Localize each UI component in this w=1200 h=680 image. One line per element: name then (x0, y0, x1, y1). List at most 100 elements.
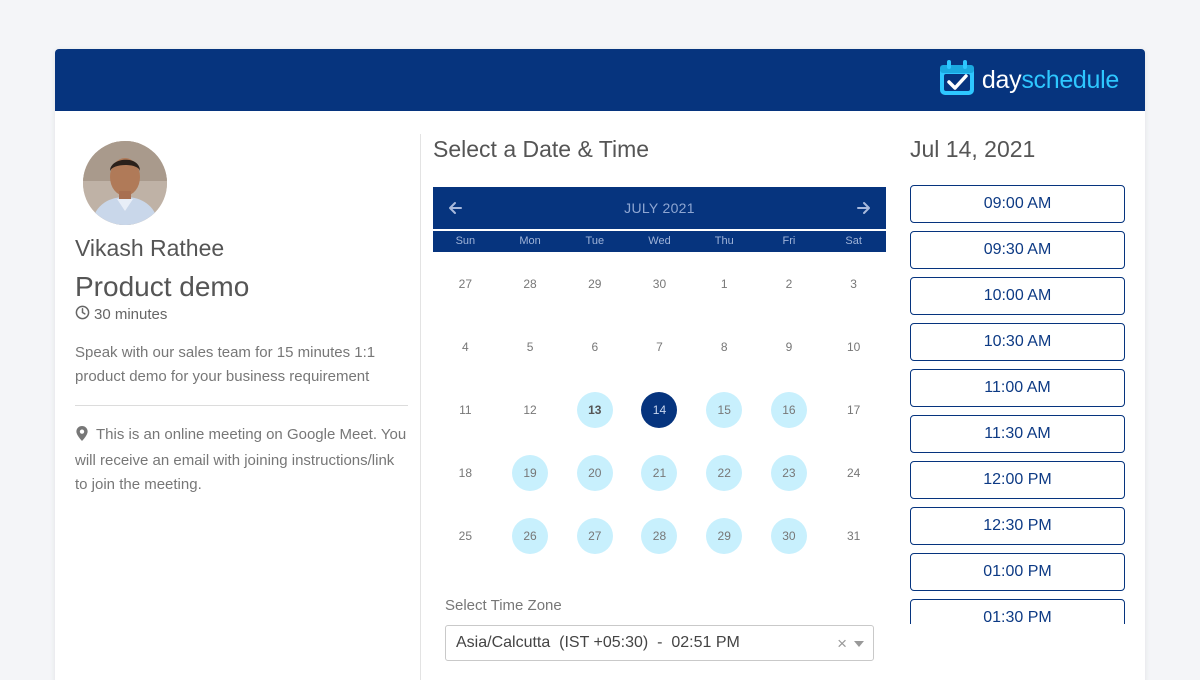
calendar-day: 31 (846, 528, 861, 543)
event-info-panel: Vikash Rathee Product demo 30 minutes Sp… (55, 111, 420, 680)
calendar-day-available[interactable]: 21 (641, 454, 678, 491)
calendar-day-available[interactable]: 19 (512, 454, 549, 491)
host-name: Vikash Rathee (75, 235, 225, 261)
calendar-cell: 16 (757, 378, 822, 441)
calendar-day-available[interactable]: 28 (641, 517, 678, 554)
clear-icon[interactable]: × (837, 634, 847, 654)
event-title: Product demo (75, 271, 250, 302)
calendar-cell: 30 (627, 252, 692, 315)
event-description: Speak with our sales team for 15 minutes… (75, 344, 376, 385)
calendar-cell: 7 (627, 315, 692, 378)
time-slot-button[interactable]: 01:30 PM (910, 599, 1125, 624)
brand-name: dayschedule (982, 66, 1119, 95)
event-duration: 30 minutes (75, 305, 167, 324)
calendar-day-available[interactable]: 27 (576, 517, 613, 554)
brand-name-part1: day (981, 65, 1022, 94)
time-slot-button[interactable]: 11:00 AM (910, 369, 1125, 407)
brand-logo[interactable]: dayschedule (938, 59, 1119, 102)
calendar-cell: 30 (757, 504, 822, 567)
calendar-cell: 12 (498, 378, 563, 441)
calendar-cell: 25 (433, 504, 498, 567)
calendar-cell: 23 (757, 441, 822, 504)
calendar-cell: 6 (562, 315, 627, 378)
time-slot-button[interactable]: 01:00 PM (910, 553, 1125, 591)
calendar-day: 3 (850, 276, 857, 291)
calendar-cell: 2 (757, 252, 822, 315)
calendar-cell: 27 (433, 252, 498, 315)
booking-card: dayschedule Vikash Rathee Product demo 3… (55, 49, 1145, 680)
time-slot-button[interactable]: 10:00 AM (910, 277, 1125, 315)
calendar-day-available[interactable]: 15 (706, 391, 743, 428)
arrow-right-icon[interactable] (852, 197, 874, 219)
calendar-header: JULY 2021 (433, 187, 886, 229)
time-slot-button[interactable]: 10:30 AM (910, 323, 1125, 361)
calendar-cell: 4 (433, 315, 498, 378)
calendar-cell: 20 (562, 441, 627, 504)
calendar-cell: 15 (692, 378, 757, 441)
calendar-cell: 29 (562, 252, 627, 315)
calendar-day-available[interactable]: 23 (770, 454, 807, 491)
calendar-cell: 9 (757, 315, 822, 378)
calendar-cell: 11 (433, 378, 498, 441)
map-pin-icon (76, 425, 88, 449)
calendar-day-available[interactable]: 13 (576, 391, 613, 428)
top-bar: dayschedule (55, 49, 1145, 111)
calendar-cell: 18 (433, 441, 498, 504)
calendar-day: 17 (846, 402, 861, 417)
calendar-day: 9 (785, 339, 793, 354)
calendar-day-available[interactable]: 20 (576, 454, 613, 491)
duration-text: 30 minutes (94, 306, 168, 323)
section-title: Select a Date & Time (433, 136, 650, 162)
calendar-day: 5 (526, 339, 534, 354)
calendar-cell: 17 (821, 378, 886, 441)
location-text: This is an online meeting on Google Meet… (75, 426, 407, 493)
time-slot-button[interactable]: 09:30 AM (910, 231, 1125, 269)
calendar-day-available[interactable]: 22 (706, 454, 743, 491)
calendar-cell: 29 (692, 504, 757, 567)
time-slot-button[interactable]: 12:30 PM (910, 507, 1125, 545)
calendar-day: 8 (720, 339, 728, 354)
column-divider (420, 134, 421, 680)
weekday-label: Fri (782, 235, 796, 247)
calendar-cell: 26 (498, 504, 563, 567)
calendar-cell: 5 (498, 315, 563, 378)
timezone-select[interactable]: Asia/Calcutta (IST +05:30) - 02:51 PM × (445, 625, 874, 661)
calendar-day: 4 (462, 339, 469, 354)
avatar (83, 141, 167, 225)
timezone-label: Select Time Zone (445, 597, 562, 614)
calendar-day-available[interactable]: 30 (770, 517, 807, 554)
time-slot-button[interactable]: 11:30 AM (910, 415, 1125, 453)
weekday-label: Wed (648, 235, 671, 247)
calendar-day: 28 (523, 276, 537, 291)
calendar-cell: 14 (627, 378, 692, 441)
calendar-day: 27 (458, 276, 473, 291)
calendar-day: 30 (652, 276, 667, 291)
calendar-cell: 21 (627, 441, 692, 504)
weekday-row: Sun Mon Tue Wed Thu Fri Sat (433, 231, 886, 252)
selected-date-title: Jul 14, 2021 (910, 136, 1036, 162)
calendar-check-icon (938, 59, 976, 102)
calendar-day-available[interactable]: 26 (512, 517, 549, 554)
calendar-day: 29 (588, 276, 602, 291)
time-slot-button[interactable]: 09:00 AM (910, 185, 1125, 223)
calendar-cell: 28 (627, 504, 692, 567)
calendar-day: 7 (656, 339, 663, 354)
calendar-cell: 8 (692, 315, 757, 378)
calendar-day-available[interactable]: 16 (770, 391, 807, 428)
calendar-day: 10 (846, 339, 861, 354)
calendar-cell: 28 (498, 252, 563, 315)
calendar-day: 1 (720, 276, 728, 291)
chevron-down-icon[interactable] (854, 641, 864, 647)
divider (75, 405, 408, 406)
weekday-label: Sun (455, 235, 476, 247)
calendar-day: 2 (785, 276, 793, 291)
calendar-day: 6 (591, 339, 599, 354)
time-slot-button[interactable]: 12:00 PM (910, 461, 1125, 499)
calendar-month-label: JULY 2021 (624, 200, 695, 216)
clock-icon (75, 305, 90, 324)
calendar-day-selected[interactable]: 14 (641, 391, 678, 428)
calendar-day-available[interactable]: 29 (706, 517, 743, 554)
calendar-day: 25 (458, 528, 473, 543)
calendar-cell: 13 (562, 378, 627, 441)
calendar-cell: 1 (692, 252, 757, 315)
